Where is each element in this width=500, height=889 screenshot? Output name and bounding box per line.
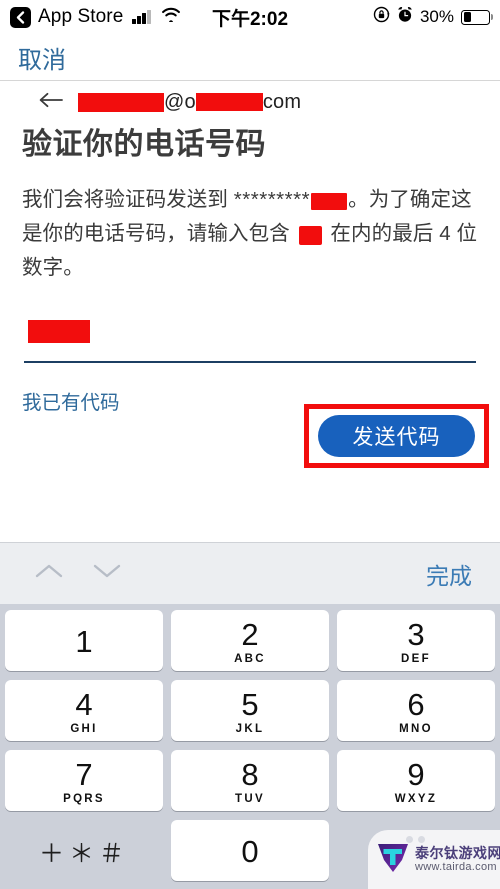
redaction-block-input-value xyxy=(28,319,90,343)
key-letters-label: ABC xyxy=(234,652,266,665)
back-chevron-icon[interactable] xyxy=(10,6,31,28)
watermark-dots xyxy=(406,836,425,843)
account-email-label: @ o com xyxy=(78,91,301,114)
cellular-signal-icon xyxy=(132,10,151,24)
email-at-symbol: @ xyxy=(164,90,185,113)
t-logo-icon xyxy=(376,840,410,879)
field-navigation-group xyxy=(22,562,122,585)
key-letters-label: WXYZ xyxy=(394,792,438,805)
key-letters-label: TUV xyxy=(235,792,265,805)
key-digit-label: 1 xyxy=(75,624,93,659)
send-code-button[interactable]: 发送代码 xyxy=(318,415,475,457)
key-1[interactable]: 1 xyxy=(5,610,163,671)
key-letters-label: JKL xyxy=(235,722,265,735)
keyboard-accessory-bar: 完成 xyxy=(0,542,500,604)
navigation-divider xyxy=(0,80,500,81)
phone-digits-input[interactable] xyxy=(22,316,478,363)
key-8[interactable]: 8 TUV xyxy=(171,750,329,811)
watermark-title: 泰尔钛游戏网 xyxy=(415,844,500,861)
key-digit-label: 9 xyxy=(407,756,425,792)
have-code-link[interactable]: 我已有代码 xyxy=(22,386,120,415)
key-digit-label: 8 xyxy=(241,756,259,792)
page-title: 验证你的电话号码 xyxy=(22,128,266,161)
wifi-icon xyxy=(161,7,181,27)
key-2[interactable]: 2 ABC xyxy=(171,610,329,671)
key-digit-label: 7 xyxy=(75,756,93,792)
keyboard-done-button[interactable]: 完成 xyxy=(426,557,478,591)
key-digit-label: 2 xyxy=(241,616,259,652)
key-3[interactable]: 3 DEF xyxy=(337,610,495,671)
key-digit-label: 3 xyxy=(407,616,425,652)
keyboard-row: 1 2 ABC 3 DEF xyxy=(5,610,495,671)
battery-icon xyxy=(461,9,490,25)
navigation-bar: 取消 xyxy=(0,34,500,80)
key-4[interactable]: 4 GHI xyxy=(5,680,163,741)
email-domain-first-char: o xyxy=(184,90,196,113)
key-letters-label: GHI xyxy=(70,722,98,735)
key-digit-label: 0 xyxy=(241,834,259,869)
key-9[interactable]: 9 WXYZ xyxy=(337,750,495,811)
rotation-lock-icon xyxy=(373,6,390,28)
status-bar-left: App Store xyxy=(10,6,181,28)
instruction-text-part1: 我们会将验证码发送到 xyxy=(22,187,234,211)
instruction-text: 我们会将验证码发送到 ********* 。为了确定这是你的电话号码，请输入包含 … xyxy=(22,183,478,285)
cancel-button[interactable]: 取消 xyxy=(0,40,66,75)
key-letters-label: MNO xyxy=(399,722,433,735)
key-0[interactable]: 0 xyxy=(171,820,329,881)
key-letters-label: DEF xyxy=(401,652,431,665)
watermark-url: www.tairda.com xyxy=(415,861,497,874)
keyboard-row: 4 GHI 5 JKL 6 MNO xyxy=(5,680,495,741)
redaction-block-phone-tail xyxy=(311,192,348,210)
battery-percent-label: 30% xyxy=(419,7,454,26)
key-letters-label: PQRS xyxy=(63,792,105,805)
phone-screen: App Store 下午2:02 30% 取消 @ o com 验证你的电话号码… xyxy=(0,0,500,889)
key-digit-label: 6 xyxy=(407,686,425,722)
redaction-block-username xyxy=(78,92,164,112)
watermark-text: 泰尔钛游戏网 www.tairda.com xyxy=(415,844,500,874)
alarm-clock-icon xyxy=(397,6,413,28)
key-symbols[interactable]: ＋＊＃ xyxy=(5,820,163,881)
masked-phone-stars: ********* xyxy=(233,187,311,211)
email-domain-suffix: com xyxy=(262,90,302,113)
redaction-block-domain xyxy=(195,93,263,111)
key-6[interactable]: 6 MNO xyxy=(337,680,495,741)
key-5[interactable]: 5 JKL xyxy=(171,680,329,741)
key-digit-label: 5 xyxy=(241,686,259,722)
status-bar: App Store 下午2:02 30% xyxy=(0,0,500,34)
carrier-app-label[interactable]: App Store xyxy=(38,6,123,28)
input-underline xyxy=(24,360,476,363)
main-content: 验证你的电话号码 我们会将验证码发送到 ********* 。为了确定这是你的电话… xyxy=(0,126,500,415)
site-watermark: 泰尔钛游戏网 www.tairda.com xyxy=(368,830,500,889)
key-digit-label: 4 xyxy=(75,686,93,722)
account-row: @ o com xyxy=(0,85,500,119)
keyboard-row: 7 PQRS 8 TUV 9 WXYZ xyxy=(5,750,495,811)
status-bar-right: 30% xyxy=(373,6,490,28)
key-symbols-label: ＋＊＃ xyxy=(38,839,129,868)
chevron-up-icon[interactable] xyxy=(34,562,64,585)
redaction-block-digits xyxy=(298,226,322,246)
back-arrow-icon[interactable] xyxy=(38,91,64,114)
chevron-down-icon[interactable] xyxy=(92,562,122,585)
key-7[interactable]: 7 PQRS xyxy=(5,750,163,811)
